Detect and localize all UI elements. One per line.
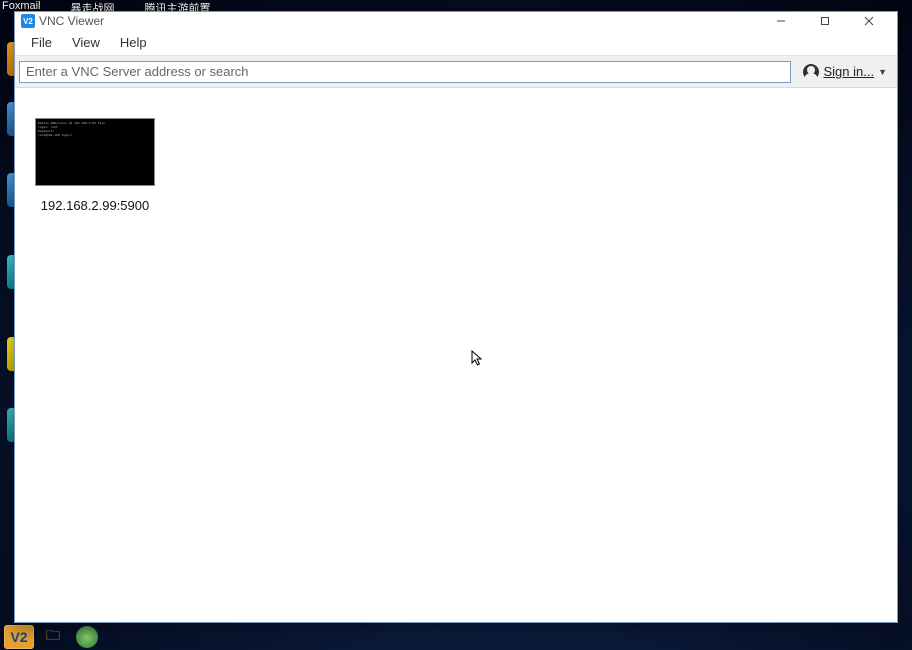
close-button[interactable]	[847, 12, 891, 30]
taskbar-vnc-icon[interactable]: V2	[4, 625, 34, 649]
minimize-icon	[776, 16, 786, 26]
minimize-button[interactable]	[759, 12, 803, 30]
taskbar-folder-icon[interactable]: 🗀	[38, 625, 68, 649]
menu-file[interactable]: File	[21, 31, 62, 54]
maximize-button[interactable]	[803, 12, 847, 30]
connection-thumbnail: Debian GNU/Linux 10 192.168.2.99 tty1 lo…	[35, 118, 155, 186]
menubar: File View Help	[15, 30, 897, 56]
connection-label: 192.168.2.99:5900	[41, 198, 149, 213]
chevron-down-icon: ▼	[878, 67, 887, 77]
vnc-viewer-window: V2 VNC Viewer File View Help Sign in... …	[14, 11, 898, 623]
signin-button[interactable]: Sign in... ▼	[797, 62, 893, 82]
signin-label: Sign in...	[823, 64, 874, 79]
toolbar: Sign in... ▼	[15, 56, 897, 88]
vnc-app-icon: V2	[21, 14, 35, 28]
menu-view[interactable]: View	[62, 31, 110, 54]
taskbar-disc-icon[interactable]	[72, 625, 102, 649]
titlebar: V2 VNC Viewer	[15, 12, 897, 30]
user-icon	[803, 64, 819, 80]
taskbar: V2 🗀	[0, 624, 912, 650]
window-title: VNC Viewer	[39, 14, 104, 28]
address-input[interactable]	[19, 61, 791, 83]
menu-help[interactable]: Help	[110, 31, 157, 54]
maximize-icon	[820, 16, 830, 26]
connection-tile[interactable]: Debian GNU/Linux 10 192.168.2.99 tty1 lo…	[35, 118, 155, 213]
window-controls	[759, 12, 891, 30]
close-icon	[864, 16, 874, 26]
connections-area[interactable]: Debian GNU/Linux 10 192.168.2.99 tty1 lo…	[15, 88, 897, 622]
